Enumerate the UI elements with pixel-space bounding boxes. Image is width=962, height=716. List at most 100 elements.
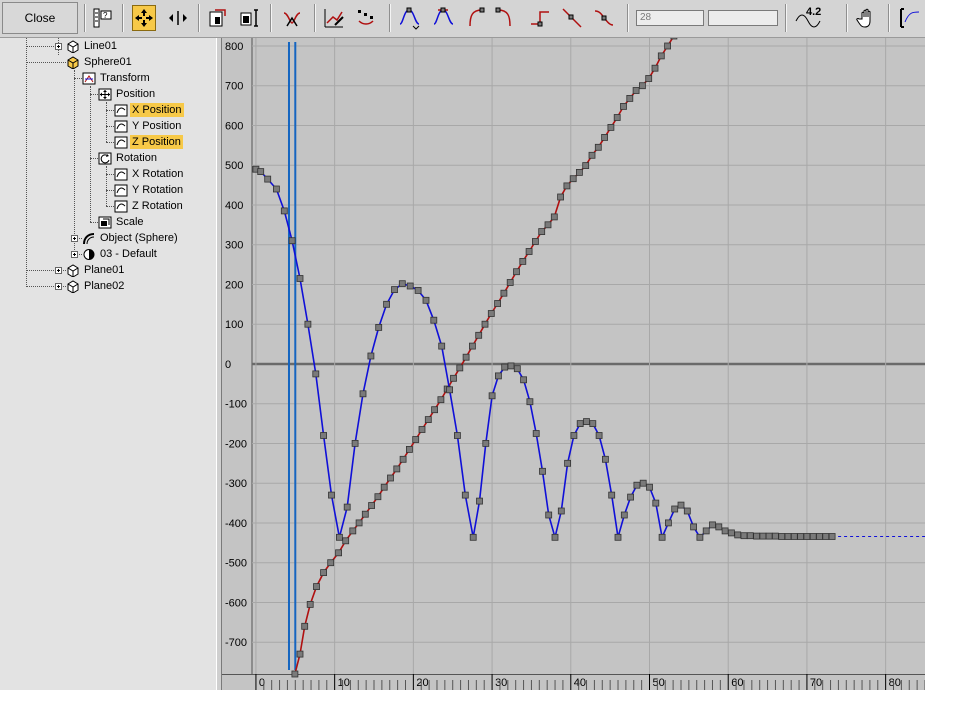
x_position-key [500,289,508,297]
tree-item-scale[interactable]: Scale [98,214,146,230]
x_position-key [355,519,363,527]
tree-item-line01[interactable]: Line01 [66,38,119,54]
tree-item-y-position[interactable]: Y Position [114,118,183,134]
tangent-auto-icon[interactable] [398,5,422,31]
expand-toggle[interactable] [55,283,62,290]
tangent-linear-icon[interactable] [560,5,584,31]
tree-item-y-rotation[interactable]: Y Rotation [114,182,185,198]
x_position-key [349,527,357,535]
z_position-key [570,432,578,439]
tree-item-x-rotation[interactable]: X Rotation [114,166,185,182]
tree-item-material[interactable]: 03 - Default [82,246,159,262]
x_position-key [575,168,583,176]
x-tick-label: 20 [416,677,428,689]
tree-item-z-position[interactable]: Z Position [114,134,183,150]
z_position-key [715,523,723,531]
x_position-key [638,82,646,90]
tree-line [26,38,27,287]
z_position-key [359,390,367,398]
z_position-key [690,523,698,531]
frame-field[interactable]: 28 [636,10,704,26]
track-view-toolbar: Close ? 28 4.2 [0,0,925,38]
z_position-key [414,286,422,294]
filters-icon[interactable]: ? [91,5,115,31]
value-field[interactable] [708,10,778,26]
z_position-key [753,532,760,540]
z_position-key [375,323,383,331]
z_position-key [772,532,779,540]
z_position-key [336,533,343,541]
x_position-key [494,300,502,307]
tree-item-sphere01[interactable]: Sphere01 [66,54,134,70]
float-curve-icon [114,184,128,196]
scale-controller-icon [98,216,112,228]
z_position-key [633,481,641,489]
scale-values-icon[interactable] [238,5,262,31]
y-tick-label: -600 [225,597,247,609]
z_position-key [320,432,327,439]
curve-editor-graph[interactable]: 800 700 600 500 400 300 200 100 0 -100 -200 -300 -40… [222,32,926,690]
z_position-key [803,533,811,540]
x-tick-label: 80 [889,677,901,689]
z_position-key [257,168,265,176]
expand-toggle[interactable] [55,267,62,274]
z_position-key [513,365,521,373]
tree-item-position[interactable]: Position [98,86,157,102]
tree-line [106,174,114,175]
x_position-key [519,257,527,265]
z_position-key [664,519,672,527]
insert-keys-icon[interactable] [280,5,304,31]
tree-item-rotation[interactable]: Rotation [98,150,159,166]
z_position-key [526,398,534,406]
tree-line [26,62,66,63]
reduce-keys-icon[interactable] [354,5,378,31]
move-keys-icon[interactable] [132,5,156,31]
z_position-key [520,376,528,384]
tree-item-object-sphere[interactable]: Object (Sphere) [82,230,180,246]
tangent-custom-icon[interactable] [432,5,456,31]
material-sphere-icon [83,248,95,260]
z_position-key [790,533,798,540]
z_position-key [501,363,509,371]
tree-item-x-position[interactable]: X Position [114,102,184,118]
x_position-key [437,396,445,404]
draw-curves-icon[interactable] [322,5,346,31]
tangent-step-icon[interactable] [528,5,552,31]
z_position-key [482,439,490,447]
tree-item-plane01[interactable]: Plane01 [66,262,126,278]
tree-item-z-rotation[interactable]: Z Rotation [114,198,185,214]
z_position-key [797,533,804,540]
z_position-key [746,532,754,540]
x_position-key [327,559,335,567]
z_position-key [727,529,735,537]
y-tick-label: -500 [225,558,247,570]
z_position-key [822,533,830,540]
expand-toggle[interactable] [71,235,78,242]
float-curve-icon [114,136,128,148]
x_position-key [450,374,457,382]
tree-item-plane02[interactable]: Plane02 [66,278,126,294]
z_position-key [816,533,823,540]
x_position-key [462,353,470,361]
z_position-key [709,521,716,529]
pan-hand-icon[interactable] [855,5,879,31]
frame-horizontal-icon[interactable] [897,5,921,31]
x_position-key [296,650,304,658]
float-curve-icon [114,120,128,132]
tree-item-transform[interactable]: Transform [82,70,152,86]
expand-toggle[interactable] [71,251,78,258]
tree-line [106,166,107,206]
tangent-slow-icon[interactable] [494,5,518,31]
tree-line [74,78,82,79]
z_position-key [476,497,483,505]
curve-plot[interactable]: 800 700 600 500 400 300 200 100 0 -100 -200 -300 -40… [222,32,926,690]
tangent-fast-icon[interactable] [464,5,488,31]
tangent-smooth-icon[interactable] [592,5,616,31]
close-button[interactable]: Close [2,2,78,34]
toolbar-separator [846,4,848,32]
tree-line [106,110,114,111]
scale-keys-icon[interactable] [206,5,230,31]
toolbar-separator [122,4,124,32]
slide-keys-icon[interactable] [166,5,190,31]
expand-toggle[interactable] [55,43,62,50]
